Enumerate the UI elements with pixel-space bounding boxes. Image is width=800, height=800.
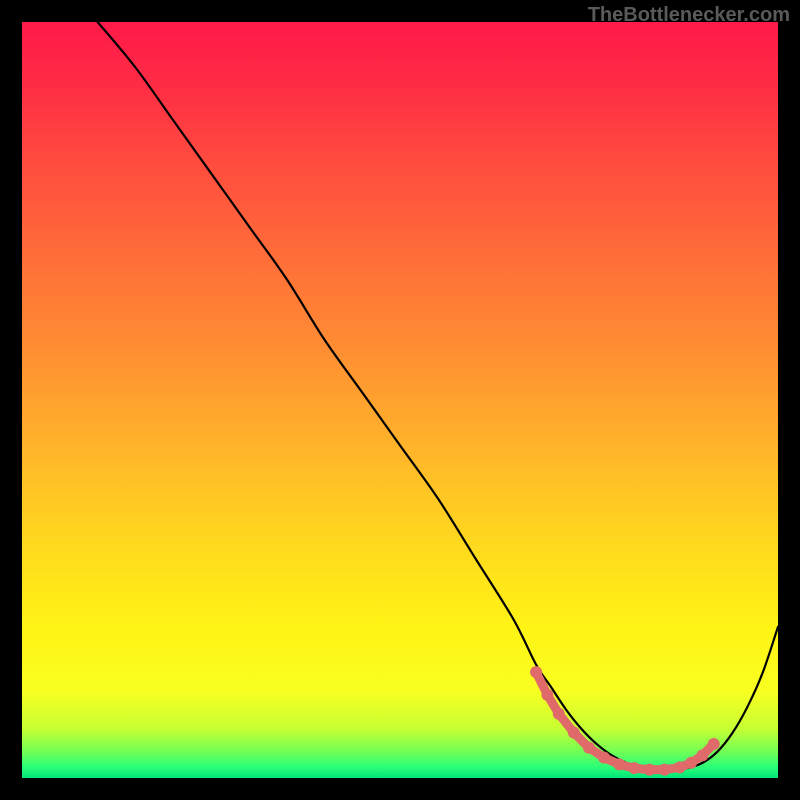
dot [568, 727, 580, 739]
chart-container: TheBottlenecker.com [0, 0, 800, 800]
gradient-background [22, 22, 778, 778]
dot [685, 757, 697, 769]
dot [643, 764, 655, 776]
dot [541, 689, 553, 701]
dot [696, 749, 708, 761]
dot [583, 742, 595, 754]
dot [628, 762, 640, 774]
dot [613, 758, 625, 770]
plot-area [22, 22, 778, 778]
dot [708, 738, 720, 750]
chart-svg [22, 22, 778, 778]
watermark-text: TheBottlenecker.com [588, 4, 790, 27]
dot [530, 666, 542, 678]
dot [553, 708, 565, 720]
dot [598, 752, 610, 764]
dot [659, 764, 671, 776]
dot [674, 761, 686, 773]
